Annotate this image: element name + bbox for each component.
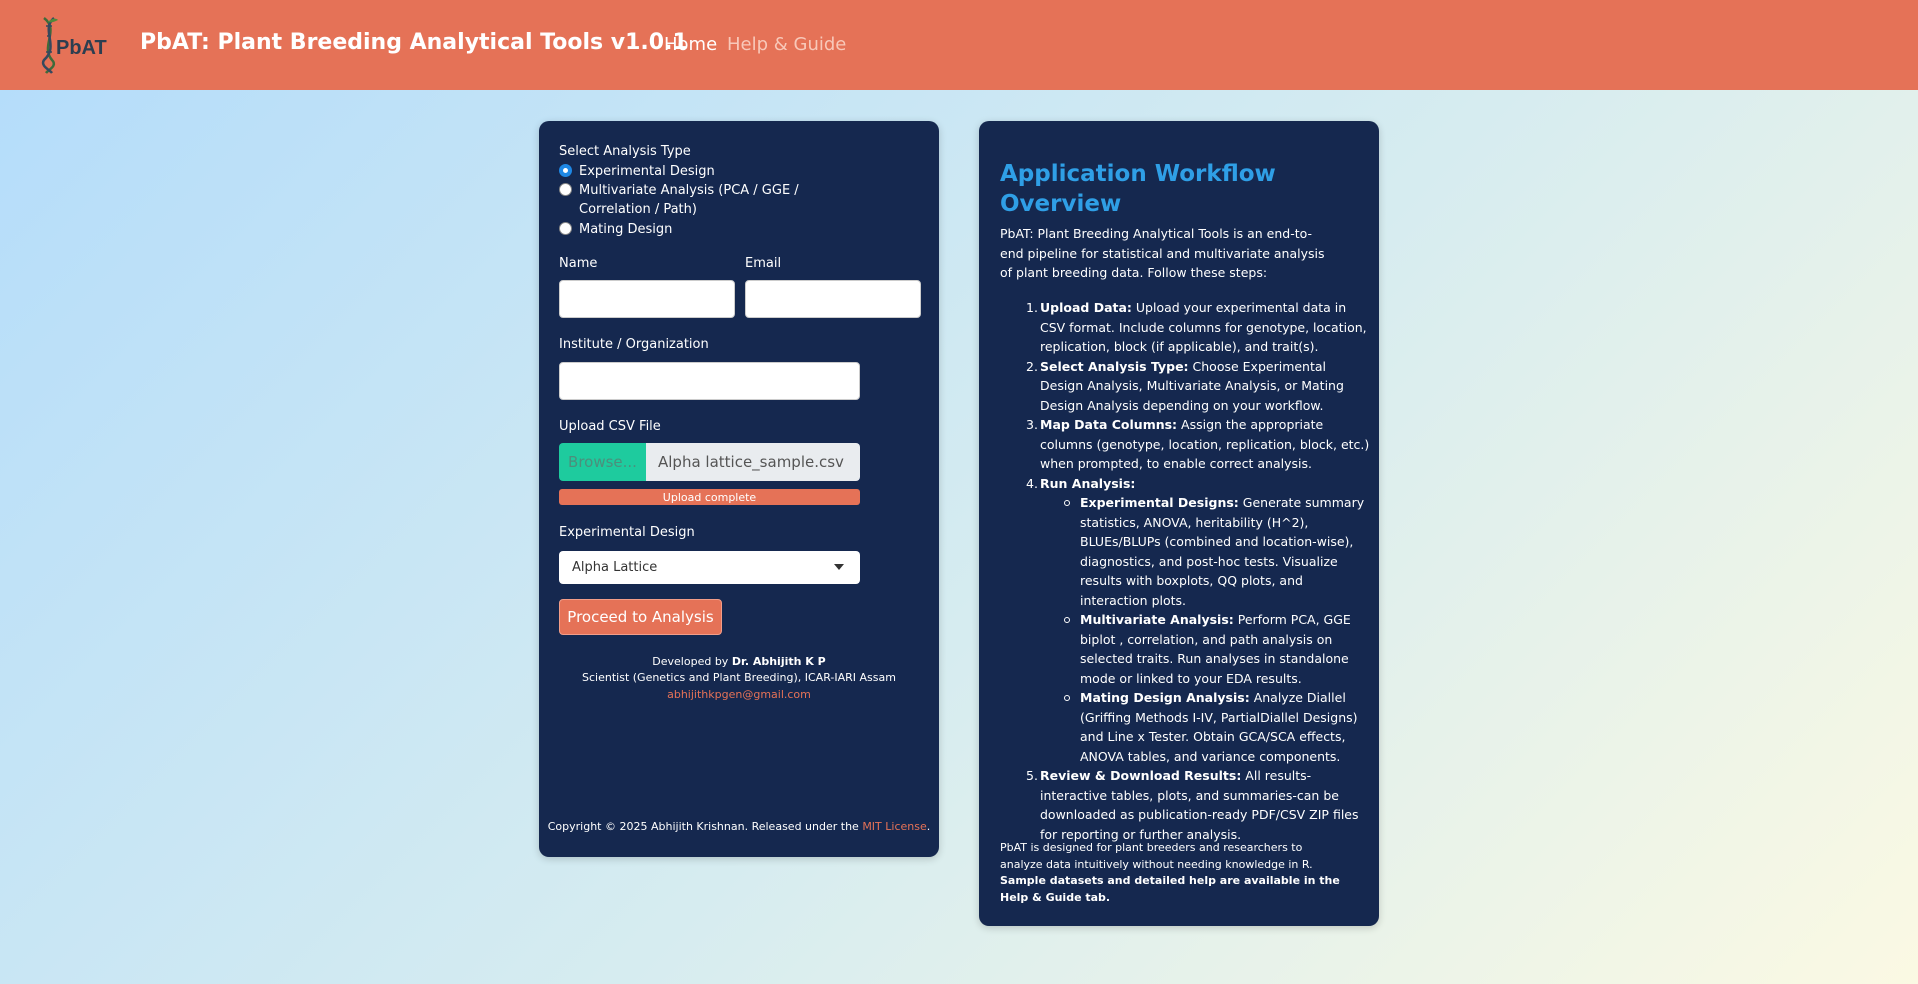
copyright-text: Copyright © 2025 Abhijith Krishnan. Rele…	[547, 820, 863, 833]
analysis-type-label: Select Analysis Type	[559, 144, 691, 159]
workflow-step: 1. Upload Data: Upload your experimental…	[1000, 298, 1370, 357]
workflow-substep: Multivariate Analysis: Perform PCA, GGE …	[1040, 610, 1370, 688]
run-analysis-sublist: Experimental Designs: Generate summary s…	[1040, 493, 1370, 766]
radio-label: Mating Design	[579, 222, 673, 237]
radio-unchecked-icon[interactable]	[559, 222, 572, 235]
developer-role: Scientist (Genetics and Plant Breeding),…	[582, 671, 896, 684]
workflow-step: 5. Review & Download Results: All result…	[1000, 766, 1370, 844]
step-number: 3.	[1026, 417, 1038, 432]
step-head: Map Data Columns:	[1040, 417, 1178, 432]
radio-checked-icon[interactable]	[559, 164, 572, 177]
mit-license-link[interactable]: MIT License	[862, 820, 926, 833]
experimental-design-label: Experimental Design	[559, 525, 695, 540]
copyright-footer: Copyright © 2025 Abhijith Krishnan. Rele…	[539, 820, 939, 833]
circle-bullet-icon	[1064, 695, 1070, 701]
caret-down-icon	[834, 564, 844, 570]
input-form-card: Select Analysis Type Experimental Design…	[539, 121, 939, 857]
workflow-footer-note: PbAT is designed for plant breeders and …	[1000, 840, 1340, 906]
dna-logo-icon: PbAT	[41, 17, 107, 74]
email-input[interactable]	[745, 280, 921, 318]
substep-head: Multivariate Analysis:	[1080, 612, 1234, 627]
substep-text: Generate summary statistics, ANOVA, heri…	[1080, 495, 1365, 608]
app-title[interactable]: PbAT: Plant Breeding Analytical Tools v1…	[140, 30, 688, 55]
file-name-display: Alpha lattice_sample.csv	[646, 443, 860, 481]
workflow-step: 4. Run Analysis: Experimental Designs: G…	[1000, 474, 1370, 767]
nav-home-tab[interactable]: Home	[664, 34, 717, 55]
step-head: Review & Download Results:	[1040, 768, 1242, 783]
navbar: PbAT PbAT: Plant Breeding Analytical Too…	[0, 0, 1918, 90]
logo-text: PbAT	[56, 37, 107, 59]
radio-multivariate-analysis[interactable]: Multivariate Analysis (PCA / GGE / Corre…	[559, 181, 869, 219]
pbat-logo[interactable]: PbAT	[38, 16, 112, 74]
step-head: Upload Data:	[1040, 300, 1132, 315]
step-head: Select Analysis Type:	[1040, 358, 1189, 374]
step-number: 1.	[1026, 300, 1038, 315]
upload-progress-bar: Upload complete	[559, 489, 860, 505]
workflow-intro: PbAT: Plant Breeding Analytical Tools is…	[1000, 226, 1325, 280]
workflow-overview-card: Application Workflow Overview PbAT: Plan…	[979, 121, 1379, 926]
substep-head: Mating Design Analysis:	[1080, 690, 1250, 705]
browse-button[interactable]: Browse...	[559, 443, 646, 481]
workflow-steps-list: 1. Upload Data: Upload your experimental…	[1000, 298, 1370, 844]
radio-label: Multivariate Analysis (PCA / GGE / Corre…	[579, 183, 799, 217]
radio-unchecked-icon[interactable]	[559, 183, 572, 196]
workflow-step: 3. Map Data Columns: Assign the appropri…	[1000, 415, 1370, 474]
institute-input[interactable]	[559, 362, 860, 400]
workflow-substep: Mating Design Analysis: Analyze Diallel …	[1040, 688, 1370, 766]
radio-mating-design[interactable]: Mating Design	[559, 220, 869, 239]
name-input[interactable]	[559, 280, 735, 318]
developer-prefix: Developed by	[652, 655, 732, 668]
radio-experimental-design[interactable]: Experimental Design	[559, 162, 869, 181]
workflow-step: 2. Select Analysis Type: Choose Experime…	[1000, 357, 1370, 416]
substep-head: Experimental Designs:	[1080, 495, 1239, 510]
footer-text: PbAT is designed for plant breeders and …	[1000, 841, 1313, 871]
step-number: 5.	[1026, 768, 1038, 783]
name-label: Name	[559, 256, 598, 271]
workflow-substep: Experimental Designs: Generate summary s…	[1040, 493, 1370, 610]
workflow-title: Application Workflow Overview	[1000, 161, 1276, 217]
step-number: 2.	[1026, 358, 1038, 374]
step-head: Run Analysis:	[1040, 475, 1136, 491]
institute-label: Institute / Organization	[559, 337, 709, 352]
radio-label: Experimental Design	[579, 164, 715, 179]
file-upload-group[interactable]: Browse... Alpha lattice_sample.csv	[559, 443, 860, 481]
footer-bold: Sample datasets and detailed help are av…	[1000, 874, 1340, 904]
circle-bullet-icon	[1064, 617, 1070, 623]
developer-credit: Developed by Dr. Abhijith K P	[539, 655, 939, 668]
proceed-to-analysis-button[interactable]: Proceed to Analysis	[559, 599, 722, 635]
circle-bullet-icon	[1064, 500, 1070, 506]
step-number: 4.	[1026, 475, 1038, 491]
email-label: Email	[745, 256, 782, 271]
developer-email-link[interactable]: abhijithkpgen@gmail.com	[539, 688, 939, 701]
nav-help-guide-tab[interactable]: Help & Guide	[727, 34, 846, 55]
developer-name: Dr. Abhijith K P	[731, 655, 826, 668]
copyright-end: .	[926, 820, 931, 833]
experimental-design-select[interactable]: Alpha Lattice	[559, 551, 860, 584]
select-value: Alpha Lattice	[572, 560, 658, 575]
upload-csv-label: Upload CSV File	[559, 419, 661, 434]
